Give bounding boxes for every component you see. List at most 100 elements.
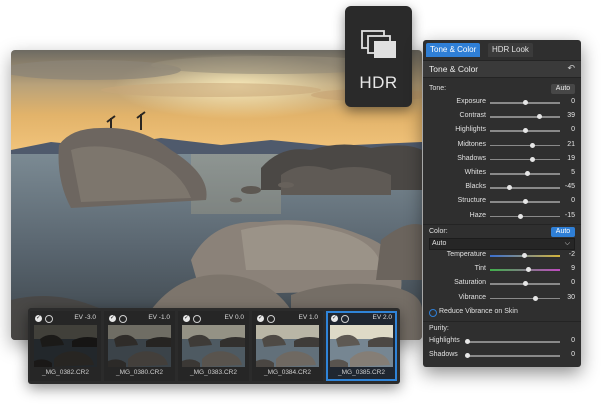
exposure-slider[interactable]	[490, 100, 560, 105]
structure-slider-handle[interactable]	[522, 199, 528, 205]
purity-shadows-value[interactable]: 0	[571, 351, 575, 358]
saturation-slider-handle[interactable]	[522, 281, 528, 287]
contrast-label: Contrast	[459, 112, 486, 120]
tone-auto-button[interactable]: Auto	[551, 84, 575, 94]
filmstrip-thumbnail[interactable]: ✓ EV -3.0 _MG_0382.CR2	[30, 311, 101, 381]
contrast-slider-handle[interactable]	[536, 114, 542, 120]
structure-slider-row: Structure 0	[423, 197, 581, 207]
haze-value[interactable]: -15	[565, 212, 575, 219]
temperature-label: Temperature	[446, 251, 486, 258]
hdr-badge: HDR	[345, 6, 412, 107]
shadows-slider[interactable]	[490, 156, 560, 162]
checkmark-icon[interactable]: ✓	[331, 315, 338, 322]
dropdown-value: Auto	[432, 240, 447, 247]
checkmark-icon[interactable]: ✓	[35, 315, 42, 322]
shadows-slider-handle[interactable]	[529, 156, 535, 162]
purity-highlights-label: Highlights	[429, 337, 460, 344]
whites-slider[interactable]	[490, 171, 560, 176]
highlights-slider-handle[interactable]	[522, 128, 528, 134]
tab-hdr-look[interactable]: HDR Look	[488, 43, 533, 57]
checkmark-icon[interactable]: ✓	[257, 315, 264, 322]
color-auto-button[interactable]: Auto	[551, 227, 575, 237]
panel-tabs: Tone & Color HDR Look	[426, 43, 578, 57]
purity-highlights-slider-row: Highlights 0	[423, 337, 581, 347]
purity-shadows-slider-row: Shadows 0	[423, 351, 581, 361]
tint-slider-handle[interactable]	[526, 267, 531, 273]
filmstrip-thumbnail[interactable]: ✓ EV 2.0 _MG_0385.CR2	[326, 311, 397, 381]
vibrance-label: Vibrance	[458, 293, 486, 301]
deghost-circle-icon[interactable]	[267, 315, 275, 323]
deghost-circle-icon[interactable]	[119, 315, 127, 323]
blacks-slider[interactable]	[490, 185, 560, 191]
tint-value[interactable]: 9	[571, 265, 575, 272]
tint-slider-row: Tint 9	[423, 265, 581, 275]
tab-tone-and-color[interactable]: Tone & Color	[426, 43, 481, 57]
whites-slider-handle[interactable]	[524, 171, 530, 176]
whites-value[interactable]: 5	[571, 169, 575, 176]
highlights-slider-row: Highlights 0	[423, 126, 581, 136]
vibrance-value[interactable]: 30	[567, 294, 575, 301]
tint-label: Tint	[474, 265, 486, 273]
thumbnail-filename: _MG_0382.CR2	[42, 369, 89, 376]
blacks-slider-handle[interactable]	[507, 185, 513, 191]
contrast-value[interactable]: 39	[567, 112, 575, 119]
vibrance-slider[interactable]	[490, 295, 560, 301]
haze-slider-handle[interactable]	[517, 213, 523, 219]
checkmark-icon[interactable]: ✓	[183, 315, 190, 322]
bracket-filmstrip: ✓ EV -3.0 _MG_0382.CR2 ✓ EV -1.0 _MG_0380.CR2…	[28, 308, 400, 384]
purity-shadows-slider[interactable]	[464, 353, 560, 358]
color-preset-dropdown[interactable]: Auto ⌵	[429, 238, 575, 250]
structure-value[interactable]: 0	[571, 197, 575, 204]
reduce-vibrance-checkbox[interactable]	[429, 309, 437, 317]
exposure-value: EV 2.0	[372, 314, 392, 321]
exposure-value[interactable]: 0	[571, 98, 575, 105]
purity-highlights-slider-handle[interactable]	[464, 339, 470, 344]
exposure-slider-handle[interactable]	[522, 100, 528, 105]
purity-shadows-label: Shadows	[429, 351, 458, 358]
midtones-slider-handle[interactable]	[530, 142, 536, 148]
midtones-slider-row: Midtones 21	[423, 141, 581, 151]
deghost-circle-icon[interactable]	[45, 315, 53, 323]
shadows-value[interactable]: 19	[567, 155, 575, 162]
section-title: Tone & Color	[429, 64, 479, 74]
contrast-slider[interactable]	[490, 114, 560, 120]
haze-slider[interactable]	[490, 213, 560, 219]
thumbnail-toolbar: ✓ EV 1.0	[257, 314, 318, 324]
blacks-value[interactable]: -45	[565, 183, 575, 190]
adjustments-panel: Tone & Color HDR Look Tone & Color ↶ Ton…	[423, 40, 581, 367]
temperature-slider[interactable]	[490, 253, 560, 258]
color-label: Color:	[429, 228, 448, 235]
thumbnail-image	[330, 325, 393, 367]
structure-slider[interactable]	[490, 199, 560, 205]
midtones-value[interactable]: 21	[567, 141, 575, 148]
thumbnail-image	[256, 325, 319, 367]
highlights-value[interactable]: 0	[571, 126, 575, 133]
deghost-circle-icon[interactable]	[341, 315, 349, 323]
shadows-label: Shadows	[457, 154, 486, 162]
filmstrip-thumbnail[interactable]: ✓ EV 0.0 _MG_0383.CR2	[178, 311, 249, 381]
thumbnail-filename: _MG_0385.CR2	[338, 369, 385, 376]
purity-highlights-value[interactable]: 0	[571, 337, 575, 344]
purity-highlights-slider[interactable]	[464, 339, 560, 344]
filmstrip-thumbnail[interactable]: ✓ EV -1.0 _MG_0380.CR2	[104, 311, 175, 381]
temperature-value[interactable]: -2	[569, 251, 575, 258]
deghost-circle-icon[interactable]	[193, 315, 201, 323]
section-header: Tone & Color ↶	[423, 60, 581, 78]
saturation-value[interactable]: 0	[571, 279, 575, 286]
filmstrip-thumbnail[interactable]: ✓ EV 1.0 _MG_0384.CR2	[252, 311, 323, 381]
midtones-slider[interactable]	[490, 142, 560, 148]
undo-icon[interactable]: ↶	[567, 63, 575, 74]
purity-shadows-slider-handle[interactable]	[464, 353, 470, 358]
highlights-slider[interactable]	[490, 128, 560, 134]
saturation-slider-row: Saturation 0	[423, 279, 581, 289]
exposure-label: Exposure	[456, 98, 486, 105]
vibrance-slider-handle[interactable]	[533, 295, 538, 301]
exposure-value: EV -1.0	[148, 314, 170, 321]
temperature-slider-handle[interactable]	[521, 253, 527, 258]
tint-slider[interactable]	[490, 267, 560, 273]
purity-label: Purity:	[429, 325, 449, 332]
saturation-slider[interactable]	[490, 281, 560, 287]
thumbnail-image	[182, 325, 245, 367]
checkmark-icon[interactable]: ✓	[109, 315, 116, 322]
reduce-vibrance-checkbox-row[interactable]: Reduce Vibrance on Skin	[429, 308, 575, 318]
